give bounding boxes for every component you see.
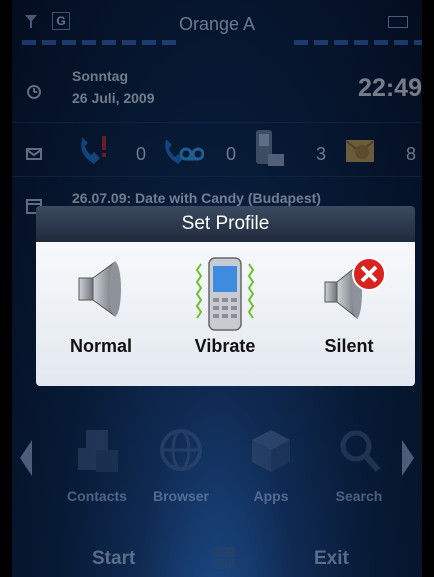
contacts-icon	[78, 430, 118, 472]
weekday-text: Sonntag	[72, 68, 128, 84]
appointment-text: 26.07.09: Date with Candy (Budapest)	[72, 190, 321, 206]
email-icon	[345, 140, 375, 162]
signal-strength-bar	[22, 40, 176, 45]
sms-icon	[256, 130, 284, 166]
start-softkey[interactable]: Start	[92, 548, 135, 570]
profile-label-silent: Silent	[324, 336, 374, 356]
apps-icon	[252, 430, 290, 472]
missed-calls-count: 0	[136, 144, 147, 164]
email-count: 8	[406, 144, 417, 164]
search-icon	[340, 430, 381, 472]
phone-screen: G Orange A Sonntag 26 Juli, 2009 22:49 0…	[12, 0, 422, 577]
signal-icon	[25, 15, 37, 28]
speaker-icon	[78, 261, 121, 317]
sms-count: 3	[316, 144, 327, 164]
carrier-name: Orange A	[178, 14, 256, 34]
profile-label-normal: Normal	[69, 336, 132, 356]
profile-option-normal[interactable]: Normal	[46, 250, 156, 380]
profile-option-silent[interactable]: Silent	[294, 250, 404, 380]
divider	[12, 122, 422, 123]
windows-icon[interactable]	[212, 546, 236, 570]
vibrating-phone-icon	[195, 257, 255, 331]
nav-label-search: Search	[335, 488, 383, 504]
network-badge: G	[52, 12, 70, 30]
missed-call-icon	[81, 136, 106, 164]
voicemail-icon	[165, 140, 204, 164]
set-profile-dialog: Normal Vibrate Silent	[36, 242, 415, 386]
nav-label-apps: Apps	[253, 488, 289, 504]
voicemail-count: 0	[226, 144, 237, 164]
envelope-icon	[26, 148, 42, 160]
profile-option-vibrate[interactable]: Vibrate	[170, 250, 280, 380]
nav-right-arrow[interactable]	[402, 440, 414, 476]
date-text: 26 Juli, 2009	[72, 90, 155, 106]
status-bar: G Orange A	[12, 0, 422, 52]
divider	[12, 176, 422, 177]
battery-level-bar	[294, 40, 422, 45]
nav-label-contacts: Contacts	[67, 488, 127, 504]
speaker-muted-icon	[324, 257, 386, 320]
dialog-title: Set Profile	[36, 206, 415, 242]
clock-icon	[27, 85, 41, 99]
nav-label-browser: Browser	[152, 488, 210, 504]
battery-icon	[388, 16, 408, 28]
exit-softkey[interactable]: Exit	[314, 548, 349, 570]
profile-label-vibrate: Vibrate	[194, 336, 256, 356]
globe-icon	[160, 429, 202, 471]
nav-left-arrow[interactable]	[20, 440, 32, 476]
clock-time: 22:49	[358, 74, 422, 102]
